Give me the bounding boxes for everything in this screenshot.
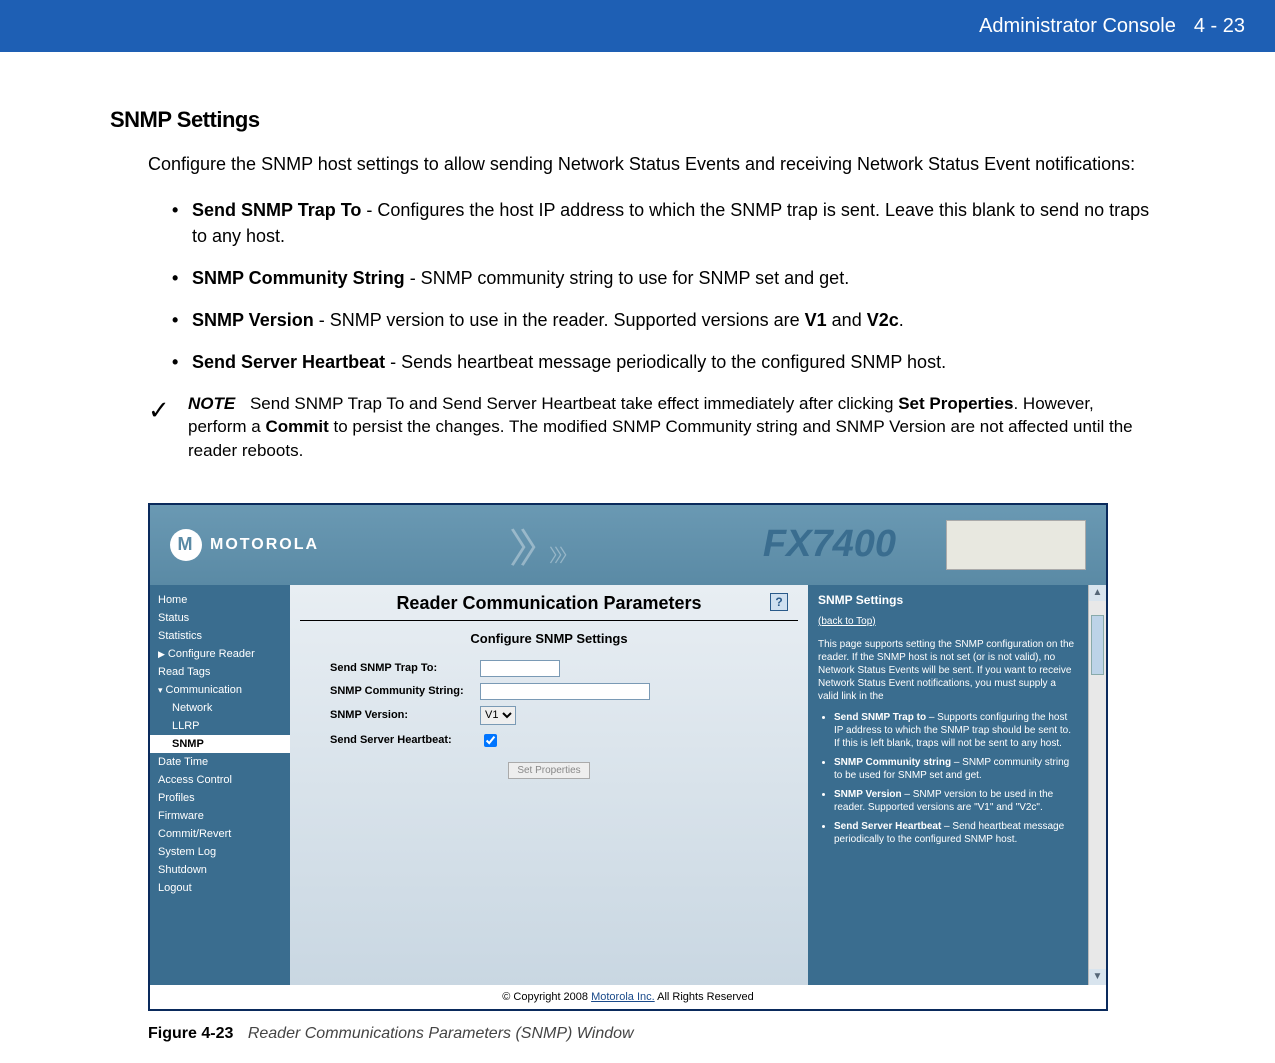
bullet-term: Send Server Heartbeat bbox=[192, 352, 385, 372]
embedded-screenshot: M MOTOROLA 〉〉 〉〉〉 FX7400 Home Status Sta… bbox=[148, 503, 1108, 1011]
right-item: SNMP Community string – SNMP community s… bbox=[834, 756, 1078, 782]
ss-header: M MOTOROLA 〉〉 〉〉〉 FX7400 bbox=[150, 505, 1106, 585]
note-text: NOTE Send SNMP Trap To and Send Server H… bbox=[188, 392, 1155, 463]
main-title: Reader Communication Parameters bbox=[300, 593, 798, 614]
scroll-down-icon[interactable]: ▼ bbox=[1089, 969, 1106, 985]
ss-sidebar: Home Status Statistics ▶Configure Reader… bbox=[150, 585, 290, 985]
bullet-item: Send Server Heartbeat - Sends heartbeat … bbox=[172, 349, 1155, 375]
nav-snmp[interactable]: SNMP bbox=[150, 735, 290, 753]
nav-system-log[interactable]: System Log bbox=[150, 843, 290, 861]
nav-llrp[interactable]: LLRP bbox=[150, 717, 290, 735]
page-content: SNMP Settings Configure the SNMP host se… bbox=[0, 52, 1275, 1063]
nav-home[interactable]: Home bbox=[150, 591, 290, 609]
note-label: NOTE bbox=[188, 394, 235, 413]
trap-label: Send SNMP Trap To: bbox=[330, 662, 480, 674]
form-row-version: SNMP Version: V1 bbox=[300, 706, 798, 725]
nav-shutdown[interactable]: Shutdown bbox=[150, 861, 290, 879]
arrow-right-icon: ▶ bbox=[158, 649, 165, 659]
right-item: Send SNMP Trap to – Supports configuring… bbox=[834, 711, 1078, 750]
ss-body: Home Status Statistics ▶Configure Reader… bbox=[150, 585, 1106, 985]
form-row-heartbeat: Send Server Heartbeat: bbox=[300, 731, 798, 750]
logo-mark-icon: M bbox=[170, 529, 202, 561]
section-heading: SNMP Settings bbox=[110, 107, 1155, 133]
bullet-term: SNMP Community String bbox=[192, 268, 405, 288]
divider bbox=[300, 620, 798, 621]
nav-read-tags[interactable]: Read Tags bbox=[150, 663, 290, 681]
ss-footer: © Copyright 2008 Motorola Inc. All Right… bbox=[150, 985, 1106, 1009]
nav-network[interactable]: Network bbox=[150, 699, 290, 717]
form-row-trap: Send SNMP Trap To: bbox=[300, 660, 798, 677]
motorola-logo: M MOTOROLA bbox=[170, 529, 319, 561]
copyright-pre: © Copyright 2008 bbox=[502, 991, 591, 1003]
intro-paragraph: Configure the SNMP host settings to allo… bbox=[148, 151, 1155, 177]
header-page-number: 4 - 23 bbox=[1194, 15, 1245, 38]
motorola-link[interactable]: Motorola Inc. bbox=[591, 991, 655, 1003]
scroll-thumb[interactable] bbox=[1091, 615, 1104, 675]
note-commit: Commit bbox=[265, 417, 328, 436]
arrow-down-icon: ▾ bbox=[158, 685, 163, 695]
bullet-list: Send SNMP Trap To - Configures the host … bbox=[172, 197, 1155, 375]
note-set-props: Set Properties bbox=[898, 394, 1013, 413]
ss-right-panel: SNMP Settings (back to Top) This page su… bbox=[808, 585, 1088, 985]
version-select[interactable]: V1 bbox=[480, 706, 516, 725]
bullet-term: Send SNMP Trap To bbox=[192, 200, 361, 220]
nav-date-time[interactable]: Date Time bbox=[150, 753, 290, 771]
bullet-and: and bbox=[827, 310, 867, 330]
bullet-v1: V1 bbox=[805, 310, 827, 330]
checkmark-icon: ✓ bbox=[148, 392, 188, 463]
nav-commit-revert[interactable]: Commit/Revert bbox=[150, 825, 290, 843]
heartbeat-checkbox[interactable] bbox=[484, 734, 497, 747]
right-panel-title: SNMP Settings bbox=[818, 593, 1078, 609]
device-image bbox=[946, 520, 1086, 570]
nav-logout[interactable]: Logout bbox=[150, 879, 290, 897]
note-post: to persist the changes. The modified SNM… bbox=[188, 417, 1133, 460]
chevron-icon: 〉〉 bbox=[509, 516, 549, 574]
form-row-community: SNMP Community String: bbox=[300, 683, 798, 700]
bullet-v2: V2c bbox=[867, 310, 899, 330]
back-to-top-link[interactable]: (back to Top) bbox=[818, 615, 876, 628]
nav-communication[interactable]: ▾Communication bbox=[150, 681, 290, 699]
right-item: SNMP Version – SNMP version to be used i… bbox=[834, 788, 1078, 814]
page-header: Administrator Console 4 - 23 bbox=[0, 0, 1275, 52]
right-list: Send SNMP Trap to – Supports configuring… bbox=[834, 711, 1078, 846]
community-input[interactable] bbox=[480, 683, 650, 700]
nav-profiles[interactable]: Profiles bbox=[150, 789, 290, 807]
scroll-up-icon[interactable]: ▲ bbox=[1089, 585, 1106, 601]
bullet-desc-post: . bbox=[899, 310, 904, 330]
version-label: SNMP Version: bbox=[330, 709, 480, 721]
bullet-term: SNMP Version bbox=[192, 310, 314, 330]
scrollbar[interactable]: ▲ ▼ bbox=[1088, 585, 1106, 985]
community-label: SNMP Community String: bbox=[330, 685, 480, 697]
chevron-icon: 〉〉〉 bbox=[549, 542, 573, 568]
note-block: ✓ NOTE Send SNMP Trap To and Send Server… bbox=[148, 392, 1155, 463]
right-item: Send Server Heartbeat – Send heartbeat m… bbox=[834, 820, 1078, 846]
nav-statistics[interactable]: Statistics bbox=[150, 627, 290, 645]
bullet-item: SNMP Version - SNMP version to use in th… bbox=[172, 307, 1155, 333]
bullet-desc: - SNMP community string to use for SNMP … bbox=[405, 268, 850, 288]
help-icon[interactable]: ? bbox=[770, 593, 788, 611]
nav-status[interactable]: Status bbox=[150, 609, 290, 627]
figure-caption: Figure 4-23 Reader Communications Parame… bbox=[148, 1025, 1155, 1043]
right-intro: This page supports setting the SNMP conf… bbox=[818, 638, 1078, 703]
heartbeat-label: Send Server Heartbeat: bbox=[330, 734, 480, 746]
copyright-post: All Rights Reserved bbox=[655, 991, 754, 1003]
brand-text: MOTOROLA bbox=[210, 536, 319, 554]
figure-number: Figure 4-23 bbox=[148, 1025, 233, 1042]
bullet-item: Send SNMP Trap To - Configures the host … bbox=[172, 197, 1155, 249]
ss-main-panel: ? Reader Communication Parameters Config… bbox=[290, 585, 808, 985]
nav-access-control[interactable]: Access Control bbox=[150, 771, 290, 789]
figure-text: Reader Communications Parameters (SNMP) … bbox=[248, 1025, 634, 1042]
set-properties-button[interactable]: Set Properties bbox=[508, 762, 589, 779]
bullet-item: SNMP Community String - SNMP community s… bbox=[172, 265, 1155, 291]
bullet-desc: - SNMP version to use in the reader. Sup… bbox=[314, 310, 805, 330]
nav-firmware[interactable]: Firmware bbox=[150, 807, 290, 825]
trap-input[interactable] bbox=[480, 660, 560, 677]
note-pre: Send SNMP Trap To and Send Server Heartb… bbox=[250, 394, 898, 413]
bullet-desc: - Sends heartbeat message periodically t… bbox=[385, 352, 946, 372]
model-label: FX7400 bbox=[763, 523, 896, 566]
nav-configure-reader[interactable]: ▶Configure Reader bbox=[150, 645, 290, 663]
main-subheading: Configure SNMP Settings bbox=[300, 631, 798, 646]
header-title: Administrator Console bbox=[979, 15, 1176, 38]
